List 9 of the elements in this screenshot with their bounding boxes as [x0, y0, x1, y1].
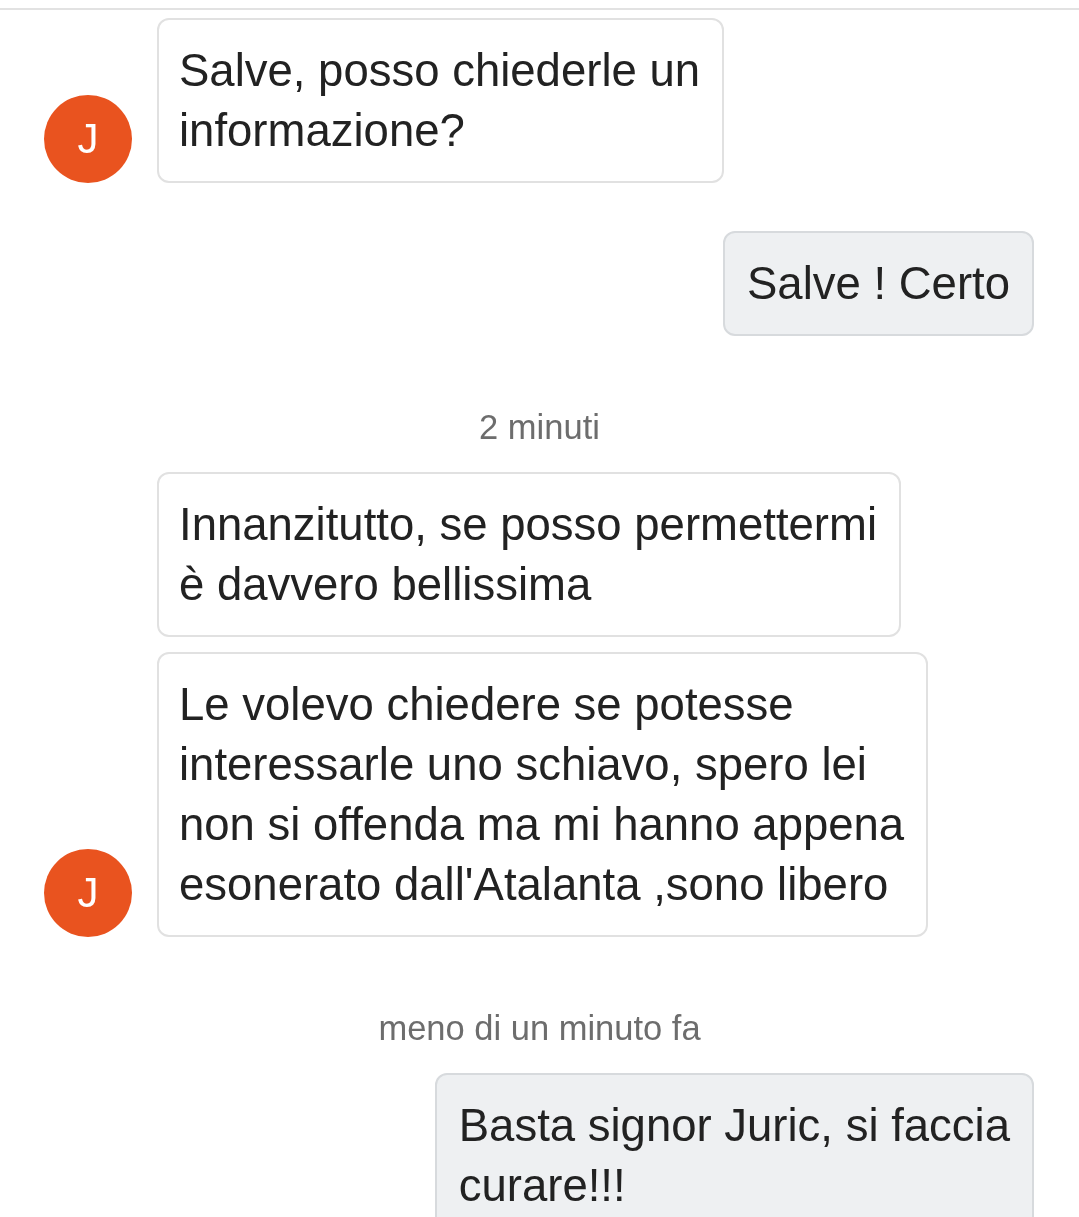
- avatar: J: [44, 95, 132, 183]
- timestamp: meno di un minuto fa: [378, 1009, 701, 1047]
- message-text: Basta signor Juric, si faccia curare!!!: [458, 1100, 1010, 1211]
- message-text: Innanzitutto, se posso permettermi è davvero bellissima: [179, 499, 877, 610]
- message-text: Salve, posso chiederle un informazione?: [179, 45, 701, 156]
- message-text: Le volevo chiedere se potesse interessarle uno schiavo, spero lei non si offenda ma mi hanno appena esonerato dall'Atalanta ,sono libero: [179, 679, 905, 910]
- message-text: Salve ! Certo: [747, 258, 1010, 309]
- avatar: J: [44, 849, 132, 937]
- timestamp: 2 minuti: [479, 408, 600, 446]
